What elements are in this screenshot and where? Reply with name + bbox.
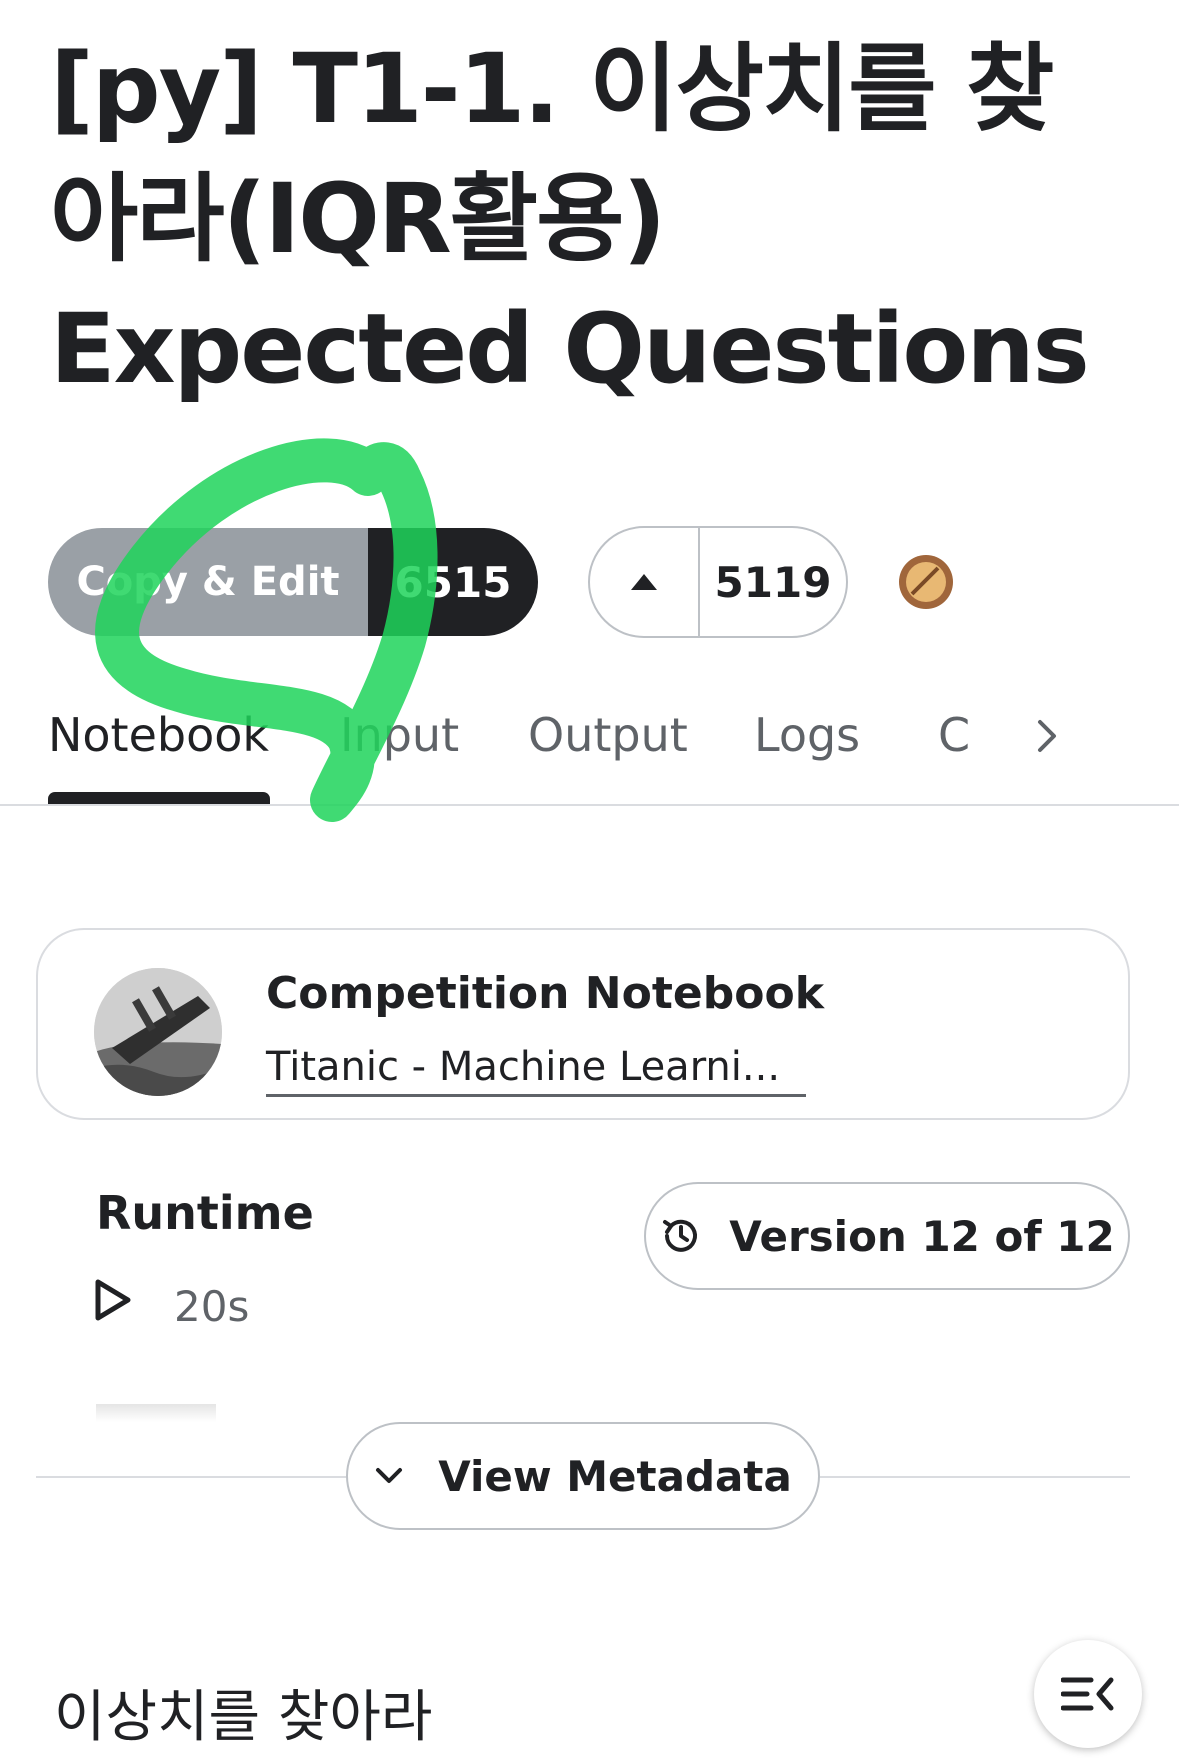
bronze-medal-icon xyxy=(899,555,953,609)
competition-link[interactable]: Titanic - Machine Learni... xyxy=(266,1044,806,1097)
copy-edit-button[interactable]: Copy & Edit 6515 xyxy=(48,528,538,636)
upvote-control[interactable]: 5119 xyxy=(588,526,848,638)
tab-output[interactable]: Output xyxy=(528,708,688,762)
version-history-button[interactable]: Version 12 of 12 xyxy=(644,1182,1130,1290)
caret-up-icon xyxy=(631,574,657,590)
competition-thumbnail xyxy=(94,968,222,1096)
runtime-label: Runtime xyxy=(96,1186,314,1240)
upvote-count: 5119 xyxy=(714,557,832,607)
tabs-divider xyxy=(0,804,1179,806)
title-line-2: 아라(IQR활용) xyxy=(50,163,666,275)
toc-collapse-icon xyxy=(1061,1677,1114,1711)
section-heading: 이상치를 찾아라 xyxy=(54,1685,433,1750)
notebook-tabs: Notebook Input Output Logs C xyxy=(0,690,1179,806)
tab-notebook[interactable]: Notebook xyxy=(48,708,269,762)
history-icon xyxy=(663,1219,698,1252)
copy-count: 6515 xyxy=(368,528,538,636)
title-line-1: [py] T1-1. 이상치를 찾 xyxy=(50,33,1054,145)
runtime-value: 20s xyxy=(174,1282,250,1331)
title-line-3: Expected Questions xyxy=(50,293,1090,405)
chevron-down-icon xyxy=(376,1468,403,1483)
competition-heading: Competition Notebook xyxy=(266,968,824,1019)
competition-card[interactable]: Competition Notebook Titanic - Machine L… xyxy=(36,928,1130,1120)
copy-edit-label[interactable]: Copy & Edit xyxy=(48,528,368,636)
tab-comments-truncated[interactable]: C xyxy=(938,708,974,762)
tab-input[interactable]: Input xyxy=(340,708,459,762)
table-of-contents-button[interactable] xyxy=(1034,1640,1142,1748)
chevron-right-icon[interactable] xyxy=(1024,714,1068,758)
version-label: Version 12 of 12 xyxy=(729,1211,1115,1261)
view-metadata-label: View Metadata xyxy=(438,1451,792,1501)
play-icon xyxy=(95,1279,131,1321)
tab-logs[interactable]: Logs xyxy=(754,708,860,762)
upvote-button[interactable] xyxy=(590,528,700,636)
faded-content-hint xyxy=(96,1404,216,1422)
notebook-title: [py] T1-1. 이상치를 찾 아라(IQR활용) Expected Que… xyxy=(50,24,1150,414)
view-metadata-button[interactable]: View Metadata xyxy=(346,1422,820,1530)
